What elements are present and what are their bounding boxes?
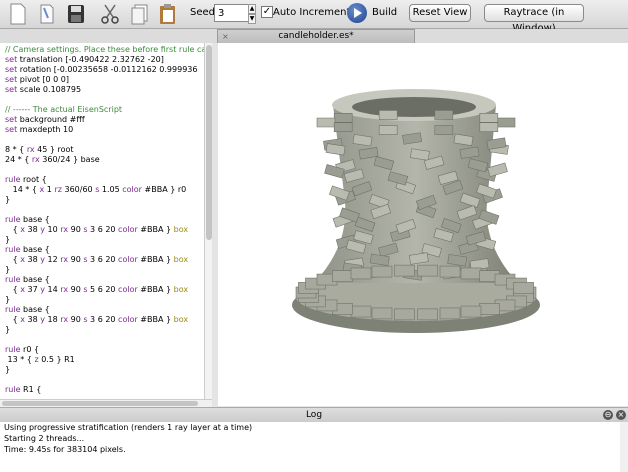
tab-bar: × candleholder.es* (0, 29, 628, 43)
brick-block (378, 125, 398, 135)
code-line[interactable]: 8 * { rx 45 } root (5, 145, 74, 154)
editor-horizontal-scrollbar[interactable] (0, 399, 212, 407)
base-block (394, 264, 415, 277)
base-block (513, 282, 534, 294)
code-line[interactable]: set translation [-0.490422 2.32762 -20] (5, 55, 164, 64)
base-block (439, 307, 461, 320)
code-line[interactable]: rule R1 { (5, 385, 41, 394)
auto-increment-checkbox[interactable]: ✓ (261, 6, 273, 18)
brick-block (479, 122, 499, 133)
auto-increment-label: Auto Increment (273, 7, 351, 18)
log-title: Log (305, 410, 323, 420)
base-block (460, 305, 482, 318)
base-block (460, 267, 482, 280)
code-line[interactable]: { x 38 y 10 rx 90 s 3 6 20 color #BBA } … (5, 225, 188, 234)
stepper-down-icon[interactable]: ▼ (248, 14, 256, 24)
build-play-icon[interactable] (347, 3, 367, 23)
seed-stepper[interactable]: ▲ ▼ (248, 4, 256, 24)
save-icon[interactable] (66, 3, 86, 25)
code-line[interactable]: } (5, 195, 10, 204)
code-text[interactable]: // Camera settings. Place these before f… (0, 43, 208, 395)
base-block (332, 270, 353, 282)
seed-input[interactable] (214, 4, 252, 22)
open-file-icon[interactable] (37, 3, 57, 25)
code-line[interactable]: rule r0 { (5, 345, 39, 354)
build-label[interactable]: Build (372, 7, 397, 18)
brick-block (479, 112, 499, 123)
cut-icon[interactable] (100, 3, 120, 25)
log-line: Starting 2 threads... (4, 434, 85, 443)
tab-candleholder[interactable]: × candleholder.es* (217, 29, 415, 43)
code-line[interactable]: rule base { (5, 215, 50, 224)
log-scrollbar[interactable] (620, 422, 628, 472)
code-line[interactable]: { x 38 y 18 rx 90 s 3 6 20 color #BBA } … (5, 315, 188, 324)
code-line[interactable]: rule root { (5, 175, 47, 184)
raytrace-button[interactable]: Raytrace (in Window) (484, 4, 584, 34)
base-block (350, 305, 372, 318)
code-line[interactable]: rule base { (5, 305, 50, 314)
base-block (371, 265, 393, 278)
log-header: Log ⊖ × (0, 407, 628, 423)
code-line[interactable]: } (5, 235, 10, 244)
code-line[interactable]: { x 37 y 14 rx 90 s 5 6 20 color #BBA } … (5, 285, 188, 294)
log-line: Using progressive stratification (render… (4, 423, 253, 432)
base-block (417, 308, 438, 321)
brick-block (333, 112, 353, 123)
code-line[interactable]: // Camera settings. Place these before f… (5, 45, 206, 54)
code-line[interactable]: set rotation [-0.00235658 -0.0112162 0.9… (5, 65, 197, 74)
code-line[interactable]: { x 38 y 12 rx 90 s 3 6 20 color #BBA } … (5, 255, 188, 264)
base-block (394, 308, 415, 321)
code-line[interactable]: 13 * { z 0.5 } R1 (5, 355, 75, 364)
close-tab-icon[interactable]: × (222, 30, 229, 43)
code-editor[interactable]: // Camera settings. Place these before f… (0, 43, 209, 400)
code-line[interactable]: // ------ The actual EisenScript (5, 105, 122, 114)
candleholder-render (292, 89, 540, 333)
code-line[interactable]: } (5, 295, 10, 304)
render-viewport[interactable] (218, 43, 628, 406)
stepper-up-icon[interactable]: ▲ (248, 4, 256, 14)
code-line[interactable]: } (5, 265, 10, 274)
brick-block (487, 162, 508, 177)
paste-icon[interactable] (158, 3, 178, 25)
code-line[interactable]: set pivot [0 0 0] (5, 75, 69, 84)
base-block (479, 303, 500, 315)
base-block (417, 264, 438, 277)
code-line[interactable]: } (5, 325, 10, 334)
brick-block (434, 110, 454, 120)
code-line[interactable]: rule base { (5, 275, 50, 284)
brick-block (316, 117, 336, 128)
code-line[interactable]: set background #fff (5, 115, 85, 124)
base-block (439, 265, 461, 278)
base-block (371, 307, 393, 320)
float-panel-icon[interactable]: ⊖ (603, 410, 613, 420)
brick-block (378, 110, 398, 120)
code-line[interactable]: rule base { (5, 245, 50, 254)
code-line[interactable]: set scale 0.108795 (5, 85, 81, 94)
copy-icon[interactable] (130, 3, 150, 25)
code-line[interactable]: 24 * { rx 360/24 } base (5, 155, 100, 164)
log-pane: Using progressive stratification (render… (0, 422, 620, 472)
scroll-thumb[interactable] (2, 401, 198, 406)
toolbar: Seed: ▲ ▼ ✓ Auto Increment Build Reset V… (0, 0, 628, 34)
new-file-icon[interactable] (8, 3, 28, 25)
brick-block (333, 122, 353, 133)
base-block (350, 267, 372, 280)
tab-title: candleholder.es* (278, 31, 354, 41)
code-line[interactable]: 14 * { x 1 rz 360/60 s 1.05 color #BBA }… (5, 185, 187, 194)
code-line[interactable]: set maxdepth 10 (5, 125, 73, 134)
code-line[interactable]: } (5, 365, 10, 374)
log-line: Time: 9.45s for 383104 pixels. (4, 445, 126, 454)
brick-block (434, 125, 454, 135)
brick-block (496, 117, 516, 128)
reset-view-button[interactable]: Reset View (409, 4, 471, 22)
close-panel-icon[interactable]: × (616, 410, 626, 420)
